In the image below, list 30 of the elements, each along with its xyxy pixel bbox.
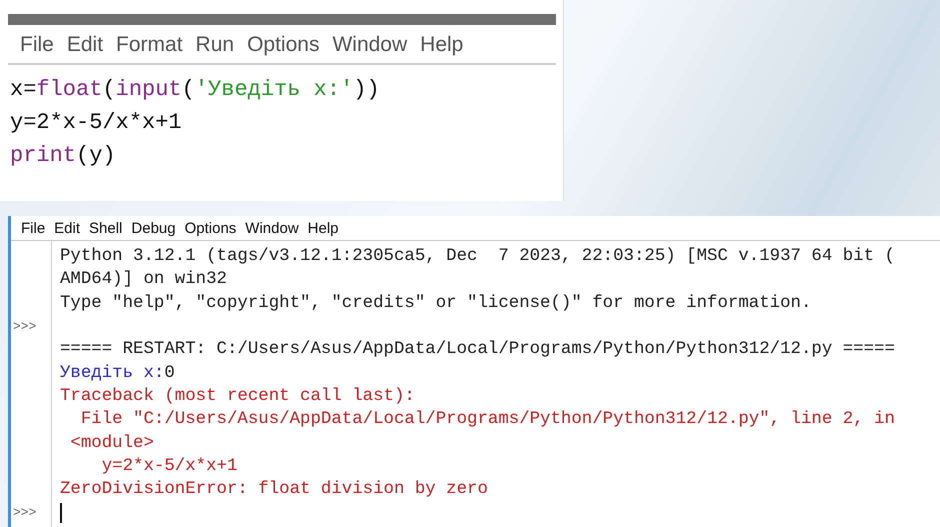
shell-output-line: y=2*x-5/x*x+1 [100,456,238,478]
shell-output-line: Python 3.12.1 (tags/v3.12.1:2305ca5, Dec 7 2023, 22:03:25) [MSC v.1937 64 bit ( [60,246,895,268]
shell-output-line: Traceback (most recent call last): [60,386,415,408]
menu-item[interactable]: Edit [52,220,88,237]
menu-item[interactable]: Debug [129,220,183,237]
shell-output-line: ZeroDivisionError: float division by zero [60,479,488,502]
menu-item[interactable]: Window [243,220,306,237]
shell-prompt: >>> [12,318,38,336]
code-line: print(y) [10,142,117,170]
shell-output-line: Уведіть x:0 [60,362,175,385]
menu-item[interactable]: Run [192,33,244,57]
menu-item[interactable]: Window [328,33,416,57]
menu-item[interactable]: File [16,33,63,57]
menu-item[interactable]: Shell [87,220,130,237]
shell-prompt: >>> [12,504,38,522]
shell-output-line: <module> [69,432,154,455]
menu-item[interactable]: Help [416,33,472,57]
menu-item[interactable]: Options [243,33,328,57]
menu-item[interactable]: Options [182,220,244,237]
shell-output-line: File "C:/Users/Asus/AppData/Local/Programs/Python/Python312/12.py", line 2, in [80,409,895,432]
text-cursor [60,502,62,523]
menu-item[interactable]: Format [112,33,192,57]
code-line: y=2*x-5/x*x+1 [10,109,183,137]
menu-item[interactable]: File [19,220,52,237]
menu-item[interactable]: Help [306,220,346,237]
shell-output-line: AMD64)] on win32 [60,269,227,292]
shell-output-line: ===== RESTART: C:/Users/Asus/AppData/Local/Programs/Python/Python312/12.py ===== [60,339,895,362]
shell-output-line: Type "help", "copyright", "credits" or "license()" for more information. [60,292,812,315]
code-line: x=float(input('Уведіть x:')) [10,76,381,104]
menu-item[interactable]: Edit [62,33,112,57]
